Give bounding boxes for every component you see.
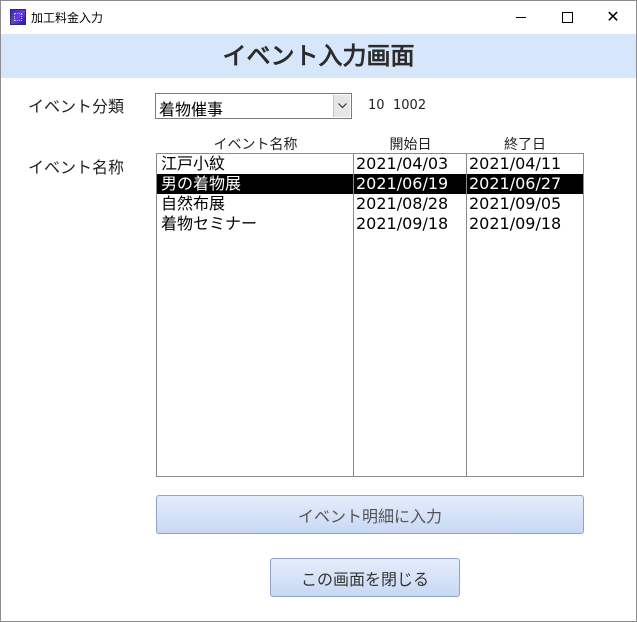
end-date-cell: 2021/04/11	[469, 154, 562, 173]
header-band: イベント入力画面	[1, 34, 636, 78]
chevron-down-icon[interactable]	[333, 95, 350, 117]
category-select[interactable]: 着物催事	[155, 93, 352, 119]
enter-event-details-button[interactable]: イベント明細に入力	[156, 495, 584, 534]
title-bar[interactable]: 加工料金入力 ✕	[1, 1, 636, 33]
end-date-cell: 2021/06/27	[469, 174, 562, 193]
app-window: 加工料金入力 ✕ イベント入力画面 イベント分類 着物催事 10 1002 イベ…	[0, 0, 637, 622]
column-divider	[466, 154, 467, 476]
event-name-cell: 着物セミナー	[161, 214, 258, 233]
close-window-button[interactable]: ✕	[590, 1, 636, 33]
event-name-cell: 自然布展	[161, 194, 226, 213]
close-screen-button[interactable]: この画面を閉じる	[270, 558, 460, 597]
list-item[interactable]: 男の着物展 2021/06/19 2021/06/27	[157, 174, 583, 194]
start-date-cell: 2021/08/28	[356, 194, 449, 213]
maximize-icon	[561, 11, 573, 23]
end-date-cell: 2021/09/05	[469, 194, 562, 213]
list-item[interactable]: 着物セミナー 2021/09/18 2021/09/18	[157, 214, 583, 234]
category-label: イベント分類	[28, 97, 125, 116]
app-icon	[10, 9, 26, 25]
column-header-end-date: 終了日	[504, 137, 546, 153]
minimize-icon	[516, 16, 526, 18]
category-select-value: 着物催事	[159, 100, 224, 119]
event-name-cell: 江戸小紋	[161, 154, 226, 173]
close-icon: ✕	[606, 7, 620, 26]
maximize-button[interactable]	[544, 1, 590, 33]
page-title: イベント入力画面	[222, 42, 415, 70]
start-date-cell: 2021/04/03	[356, 154, 449, 173]
list-item[interactable]: 自然布展 2021/08/28 2021/09/05	[157, 194, 583, 214]
window-title: 加工料金入力	[31, 11, 104, 25]
column-divider	[353, 154, 354, 476]
minimize-button[interactable]	[498, 1, 544, 33]
end-date-cell: 2021/09/18	[469, 214, 562, 233]
event-list-rows: 江戸小紋 2021/04/03 2021/04/11 男の着物展 2021/06/19 2…	[157, 154, 583, 234]
column-header-start-date: 開始日	[389, 137, 432, 153]
start-date-cell: 2021/09/18	[356, 214, 449, 233]
column-header-name: イベント名称	[213, 137, 298, 153]
event-name-cell: 男の着物展	[161, 174, 242, 193]
list-item[interactable]: 江戸小紋 2021/04/03 2021/04/11	[157, 154, 583, 174]
event-listbox[interactable]: 江戸小紋 2021/04/03 2021/04/11 男の着物展 2021/06/19 2…	[156, 153, 584, 477]
event-name-label: イベント名称	[28, 158, 125, 177]
category-code: 10	[368, 98, 385, 113]
event-code: 1002	[393, 98, 427, 113]
start-date-cell: 2021/06/19	[356, 174, 449, 193]
